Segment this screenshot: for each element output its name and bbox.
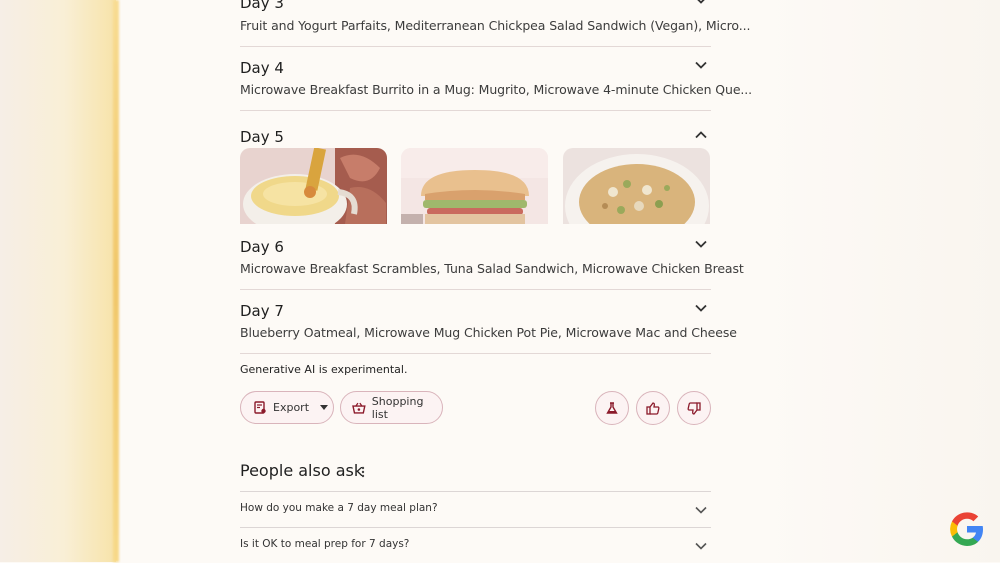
paa-question: How do you make a 7 day meal plan?: [240, 502, 438, 514]
chevron-down-icon[interactable]: [695, 542, 707, 550]
paa-question: Is it OK to meal prep for 7 days?: [240, 538, 410, 550]
recipe-image-soup[interactable]: [563, 148, 710, 224]
chevron-down-icon[interactable]: [695, 506, 707, 514]
right-edge-fade: [760, 0, 1000, 562]
export-sheet-icon: [254, 401, 266, 414]
ai-disclaimer: Generative AI is experimental.: [240, 363, 408, 376]
day-row-4[interactable]: Day 4 Microwave Breakfast Burrito in a M…: [240, 46, 752, 111]
day-summary: Microwave Breakfast Scrambles, Tuna Sala…: [240, 261, 744, 276]
shopping-list-label: Shopping list: [371, 394, 424, 421]
day-row-6[interactable]: Day 6 Microwave Breakfast Scrambles, Tun…: [240, 225, 744, 290]
thumbs-down-icon: [687, 401, 701, 415]
basket-icon: [352, 402, 366, 414]
paa-question-row[interactable]: Is it OK to meal prep for 7 days?: [240, 527, 711, 563]
chevron-down-icon[interactable]: [695, 240, 707, 248]
day-title: Day 3: [240, 0, 284, 12]
recipe-image-sandwich[interactable]: [401, 148, 548, 224]
paa-question-row[interactable]: How do you make a 7 day meal plan?: [240, 491, 711, 527]
day-5-recipe-images: [240, 148, 711, 224]
thumbs-up-button[interactable]: [636, 391, 670, 425]
day-summary: Microwave Breakfast Burrito in a Mug: Mu…: [240, 82, 753, 97]
people-also-ask-title: People also ask: [240, 461, 364, 480]
day-summary: Blueberry Oatmeal, Microwave Mug Chicken…: [240, 325, 737, 340]
more-vert-icon[interactable]: [361, 466, 365, 478]
chevron-down-icon[interactable]: [695, 0, 707, 4]
day-title: Day 4: [240, 59, 284, 77]
recipe-image-mug-eggs[interactable]: [240, 148, 387, 224]
thumbs-up-icon: [646, 401, 660, 415]
google-g-logo: [950, 512, 983, 546]
export-button[interactable]: Export: [240, 391, 334, 424]
chevron-up-icon[interactable]: [695, 131, 707, 139]
labs-button[interactable]: [595, 391, 629, 425]
thumbs-down-button[interactable]: [677, 391, 711, 425]
chevron-down-icon[interactable]: [695, 61, 707, 69]
export-label: Export: [273, 401, 310, 414]
dropdown-arrow-icon: [320, 405, 329, 410]
left-edge-glow: [0, 0, 116, 562]
day-row-7[interactable]: Day 7 Blueberry Oatmeal, Microwave Mug C…: [240, 289, 737, 354]
day-title: Day 7: [240, 302, 284, 320]
day-title: Day 6: [240, 238, 284, 256]
day-summary: Fruit and Yogurt Parfaits, Mediterranean…: [240, 18, 751, 33]
day-title: Day 5: [240, 128, 284, 146]
flask-icon: [606, 402, 618, 414]
chevron-down-icon[interactable]: [695, 304, 707, 312]
shopping-list-button[interactable]: Shopping list: [340, 391, 443, 424]
day-row-3[interactable]: Day 3 Fruit and Yogurt Parfaits, Mediter…: [240, 0, 750, 47]
